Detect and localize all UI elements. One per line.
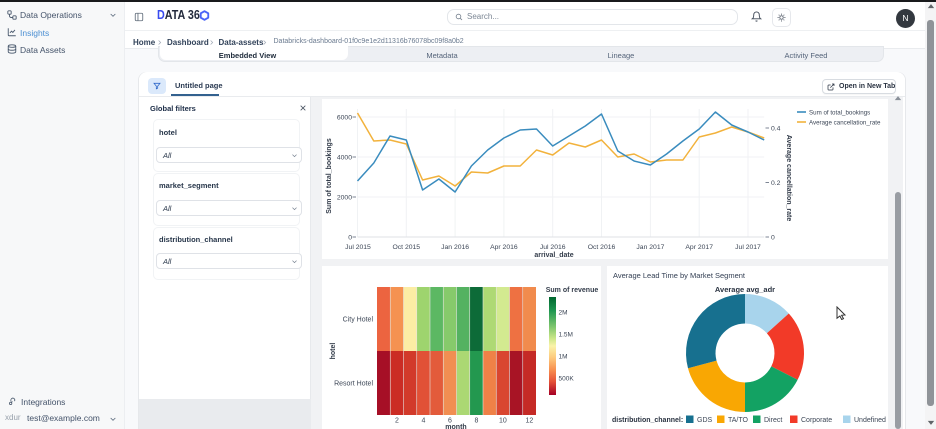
svg-text:Jan 2016: Jan 2016 bbox=[441, 244, 469, 251]
svg-text:TA/TO: TA/TO bbox=[728, 417, 749, 424]
svg-text:10: 10 bbox=[499, 418, 507, 425]
svg-text:Jul 2017: Jul 2017 bbox=[735, 244, 761, 251]
svg-text:Average avg_adr: Average avg_adr bbox=[715, 285, 775, 294]
svg-text:Oct 2016: Oct 2016 bbox=[588, 244, 616, 251]
svg-text:month: month bbox=[445, 424, 466, 429]
svg-text:City Hotel: City Hotel bbox=[343, 317, 374, 324]
svg-text:0: 0 bbox=[348, 235, 352, 242]
svg-text:Jan 2017: Jan 2017 bbox=[636, 244, 664, 251]
svg-text:8: 8 bbox=[474, 418, 478, 425]
svg-text:Oct 2015: Oct 2015 bbox=[393, 244, 421, 251]
svg-text:6000: 6000 bbox=[337, 115, 352, 122]
svg-text:4: 4 bbox=[421, 418, 425, 425]
svg-text:arrival_date: arrival_date bbox=[534, 252, 573, 259]
svg-text:2M: 2M bbox=[559, 310, 568, 317]
svg-text:Apr 2017: Apr 2017 bbox=[685, 244, 713, 251]
svg-text:0: 0 bbox=[771, 235, 775, 242]
svg-text:hotel: hotel bbox=[330, 343, 337, 360]
svg-text:2000: 2000 bbox=[337, 195, 352, 202]
svg-text:Average cancellation_rate: Average cancellation_rate bbox=[785, 135, 792, 222]
svg-text:4000: 4000 bbox=[337, 155, 352, 162]
svg-text:Sum of total_bookings: Sum of total_bookings bbox=[326, 138, 333, 214]
svg-text:1.5M: 1.5M bbox=[559, 332, 573, 339]
svg-text:Apr 2016: Apr 2016 bbox=[490, 244, 518, 251]
svg-text:Undefined: Undefined bbox=[854, 417, 886, 424]
svg-text:Sum of revenue: Sum of revenue bbox=[546, 287, 599, 294]
svg-text:Jul 2015: Jul 2015 bbox=[345, 244, 371, 251]
svg-text:Direct: Direct bbox=[764, 417, 782, 424]
svg-text:Corporate: Corporate bbox=[801, 417, 832, 424]
svg-text:Resort Hotel: Resort Hotel bbox=[334, 381, 373, 388]
svg-text:Average cancellation_rate: Average cancellation_rate bbox=[809, 120, 881, 127]
svg-text:Jul 2016: Jul 2016 bbox=[540, 244, 566, 251]
svg-text:1M: 1M bbox=[559, 354, 568, 361]
svg-text:0.2: 0.2 bbox=[771, 180, 781, 187]
svg-text:2: 2 bbox=[395, 418, 399, 425]
svg-text:0.4: 0.4 bbox=[771, 126, 781, 133]
svg-text:Sum of total_bookings: Sum of total_bookings bbox=[809, 110, 870, 117]
svg-text:GDS: GDS bbox=[697, 417, 713, 424]
svg-text:distribution_channel:: distribution_channel: bbox=[612, 417, 683, 424]
svg-text:500K: 500K bbox=[559, 376, 575, 383]
svg-text:12: 12 bbox=[526, 418, 534, 425]
